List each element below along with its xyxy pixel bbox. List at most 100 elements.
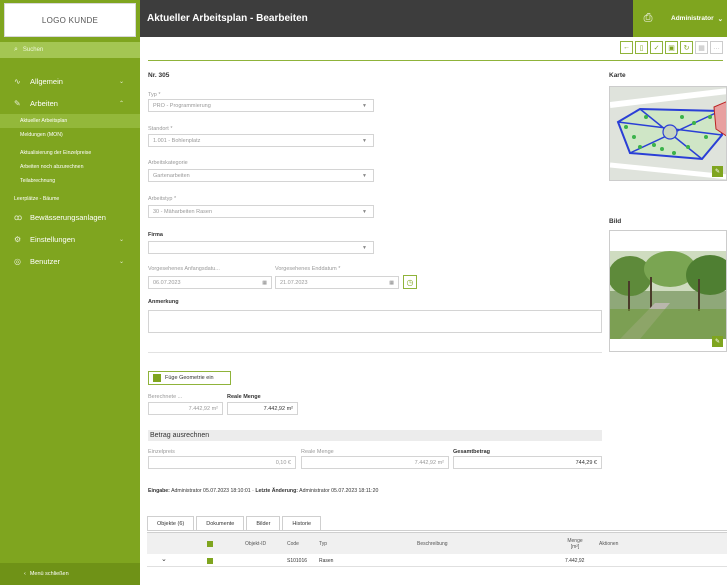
- firma-select[interactable]: ▼: [148, 241, 374, 254]
- more-icon: …: [713, 44, 720, 51]
- expand-chevron-icon[interactable]: ⌄: [161, 555, 167, 563]
- typ-select[interactable]: PRO - Programmierung ▼: [148, 99, 374, 112]
- kategorie-select[interactable]: Gartenarbeiten ▼: [148, 169, 374, 182]
- betrag-reale-label: Reale Menge: [301, 449, 334, 455]
- sidebar-item-label: Benutzer: [30, 256, 61, 266]
- anfang-date-input[interactable]: 06.07.2023 ▦: [148, 276, 272, 289]
- berechnete-label: Berechnete ...: [148, 394, 183, 400]
- trash-icon: ▯: [639, 44, 644, 52]
- chevron-down-icon: ⌄: [118, 78, 124, 85]
- check-icon: ✓: [653, 44, 660, 52]
- cell-code: S101016: [287, 558, 308, 564]
- firma-label: Firma: [148, 232, 163, 238]
- typ-label: Typ *: [148, 92, 161, 98]
- aenderung-value: Administrator 05.07.2023 18:11:20: [299, 488, 379, 494]
- record-number: Nr. 305: [148, 72, 170, 79]
- disabled-button[interactable]: ▦: [695, 41, 708, 54]
- anfang-value: 06.07.2023: [153, 279, 181, 286]
- search-placeholder: Suchen: [22, 47, 44, 53]
- aenderung-label: Letzte Änderung:: [255, 488, 298, 494]
- grid-icon: ▦: [698, 44, 705, 52]
- save-icon: ▣: [668, 44, 675, 52]
- divider: [148, 60, 723, 61]
- caret-down-icon: ▼: [362, 137, 367, 144]
- reale-menge-input[interactable]: 7.442,92 m²: [227, 402, 298, 415]
- sidebar-item-arbeiten[interactable]: ✎ Arbeiten ⌃: [0, 92, 140, 114]
- chevron-down-icon: ⌄: [118, 236, 124, 243]
- sidebar-item-label: Bewässerungsanlagen: [30, 212, 106, 222]
- tab-objekte[interactable]: Objekte (6): [147, 516, 195, 530]
- column-header: Typ: [319, 541, 328, 547]
- search-input[interactable]: ⌕ Suchen: [0, 42, 140, 58]
- user-menu[interactable]: Administrator ⌄: [663, 0, 727, 37]
- page-title: Aktueller Arbeitsplan - Bearbeiten: [147, 13, 308, 24]
- print-button[interactable]: ⎙: [633, 0, 663, 37]
- berechnete-value: 7.442,92 m²: [148, 402, 223, 415]
- column-header: Aktionen: [599, 541, 619, 547]
- gesamtbetrag-label: Gesamtbetrag: [453, 449, 490, 455]
- sidebar-subitem-aktueller-arbeitsplan[interactable]: Aktueller Arbeitsplan: [0, 114, 140, 128]
- delete-button[interactable]: ▯: [635, 41, 648, 54]
- pencil-icon: ✎: [714, 339, 721, 345]
- tab-bilder[interactable]: Bilder: [246, 516, 281, 530]
- sidebar-item-einstellungen[interactable]: ⚙ Einstellungen ⌄: [0, 228, 140, 250]
- audit-info: Eingabe: Administrator 05.07.2023 18:10:…: [148, 488, 378, 494]
- table-row[interactable]: ⌄ S101016 Rasen 7.442,92: [147, 555, 727, 567]
- sidebar-subitem-aktualisierung[interactable]: Aktualisierung der Einzelpreise: [0, 146, 140, 160]
- sidebar-item-label: Allgemein: [30, 76, 63, 86]
- sidebar-item-benutzer[interactable]: ◎ Benutzer ⌄: [0, 250, 140, 272]
- sidebar-subitem-meldungen[interactable]: Meldungen (MON): [0, 128, 140, 142]
- search-icon: ⌕: [14, 46, 18, 53]
- eingabe-value: Administrator 05.07.2023 18:10:01: [171, 488, 251, 494]
- sidebar-subitem-teilabrechnung[interactable]: Teilabrechnung: [0, 174, 140, 188]
- sidebar-item-bewaesserung[interactable]: ꝏ Bewässerungsanlagen: [0, 206, 140, 228]
- karte-title: Karte: [609, 72, 626, 79]
- caret-down-icon: ▼: [362, 172, 367, 179]
- arbeitstyp-select[interactable]: 30 - Mäharbeiten Rasen ▼: [148, 205, 374, 218]
- ende-value: 21.07.2023: [280, 279, 308, 286]
- arbeitstyp-label: Arbeitstyp *: [148, 196, 177, 202]
- sidebar-subitem-abzurechnen[interactable]: Arbeiten noch abzurechnen: [0, 160, 140, 174]
- tab-historie[interactable]: Historie: [282, 516, 322, 530]
- printer-icon: ⎙: [643, 12, 653, 24]
- chevron-down-icon: ⌄: [118, 258, 124, 265]
- tabs: Objekte (6) Dokumente Bilder Historie: [147, 516, 323, 530]
- refresh-button[interactable]: ↻: [680, 41, 693, 54]
- user-icon: ◎: [14, 256, 21, 266]
- calendar-icon: ▦: [262, 279, 267, 286]
- add-geometry-button[interactable]: Füge Geometrie ein: [148, 371, 231, 385]
- typ-value: PRO - Programmierung: [153, 102, 211, 109]
- tab-underline: [147, 530, 727, 531]
- chevron-up-icon: ⌃: [118, 100, 124, 107]
- standort-select[interactable]: 1.001 - Bohlenplatz ▼: [148, 134, 374, 147]
- ende-date-input[interactable]: 21.07.2023 ▦: [275, 276, 399, 289]
- caret-down-icon: ▼: [362, 244, 367, 251]
- anmerkung-label: Anmerkung: [148, 299, 179, 305]
- anmerkung-textarea[interactable]: [148, 310, 602, 333]
- tab-dokumente[interactable]: Dokumente: [196, 516, 245, 530]
- edit-map-button[interactable]: ✎: [712, 166, 723, 177]
- column-header: Menge [m²]: [567, 538, 583, 550]
- sidebar-subitem-leerplaetze[interactable]: Leerplätze - Bäume: [0, 192, 140, 206]
- pencil-icon: ✎: [714, 169, 721, 175]
- close-menu-button[interactable]: ‹ Menü schließen: [0, 563, 140, 585]
- divider: [148, 352, 602, 353]
- edit-photo-button[interactable]: ✎: [712, 336, 723, 347]
- refresh-icon: ↻: [683, 44, 690, 52]
- betrag-reale-value: 7.442,92 m²: [301, 456, 449, 469]
- clock-button[interactable]: ◷: [403, 275, 417, 289]
- more-button[interactable]: …: [710, 41, 723, 54]
- user-name: Administrator: [671, 15, 714, 22]
- gesamtbetrag-value: 744,29 €: [453, 456, 602, 469]
- back-button[interactable]: ←: [620, 41, 633, 54]
- select-all-checkbox[interactable]: [207, 541, 213, 547]
- confirm-button[interactable]: ✓: [650, 41, 663, 54]
- map-view[interactable]: ✎: [609, 86, 727, 181]
- sidebar-item-allgemein[interactable]: ∿ Allgemein ⌄: [0, 70, 140, 92]
- save-button[interactable]: ▣: [665, 41, 678, 54]
- row-checkbox[interactable]: [207, 558, 213, 564]
- standort-label: Standort *: [148, 126, 173, 132]
- arbeitstyp-value: 30 - Mäharbeiten Rasen: [153, 208, 213, 215]
- caret-down-icon: ▼: [362, 208, 367, 215]
- photo-view[interactable]: ✎: [609, 230, 727, 352]
